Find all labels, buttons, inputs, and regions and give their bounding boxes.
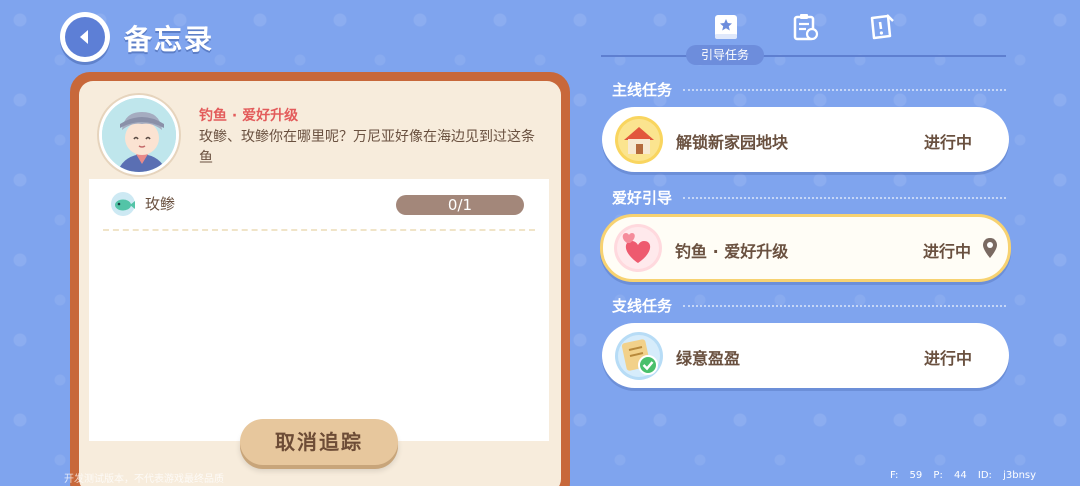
section-divider	[683, 89, 1006, 91]
quest-status: 进行中	[923, 242, 972, 261]
back-arrow-icon	[65, 17, 105, 57]
quest-name: 绿意盈盈	[676, 349, 741, 368]
section-divider	[683, 305, 1006, 307]
fish-icon	[109, 191, 137, 217]
objective-label: 玫鲹	[145, 195, 176, 213]
memo-card: 钓鱼 · 爱好升级 玫鲹、玫鲹你在哪里呢？万尼亚好像在海边见到过这条鱼 玫鲹 0…	[70, 72, 570, 486]
back-button[interactable]	[60, 12, 110, 62]
debug-stats: F: 59 P: 44 ID: j3bnsy	[890, 470, 1037, 481]
section-title-main: 主线任务	[612, 81, 673, 99]
quest-item-unlock-home[interactable]: 解锁新家园地块 进行中	[602, 107, 1009, 172]
build-notice: 开发测试版本，不代表游戏最终品质	[64, 474, 224, 485]
objective-progress: 0/1	[396, 195, 524, 215]
location-pin-icon[interactable]	[981, 237, 999, 259]
section-title-hobby: 爱好引导	[612, 189, 673, 207]
page-title: 备忘录	[124, 23, 215, 56]
quest-note-icon[interactable]	[866, 12, 896, 42]
npc-avatar	[99, 95, 179, 175]
tab-underline	[601, 55, 1006, 57]
quest-status: 进行中	[924, 133, 973, 152]
quest-name: 钓鱼 · 爱好升级	[675, 242, 789, 261]
quest-name: 解锁新家园地块	[676, 133, 789, 152]
tab-guide-tasks[interactable]: 引导任务	[686, 45, 764, 65]
divider	[103, 229, 535, 231]
quest-item-fishing-upgrade[interactable]: 钓鱼 · 爱好升级 进行中	[600, 214, 1011, 282]
memo-card-inner: 钓鱼 · 爱好升级 玫鲹、玫鲹你在哪里呢？万尼亚好像在海边见到过这条鱼 玫鲹 0…	[79, 81, 561, 486]
section-divider	[683, 197, 1006, 199]
quest-title: 钓鱼 · 爱好升级	[199, 108, 299, 124]
quest-status: 进行中	[924, 349, 973, 368]
objective-list: 玫鲹 0/1	[89, 179, 549, 441]
section-title-side: 支线任务	[612, 297, 673, 315]
clipboard-icon[interactable]	[790, 12, 820, 42]
note-check-icon	[614, 331, 664, 381]
quest-description: 玫鲹、玫鲹你在哪里呢？万尼亚好像在海边见到过这条鱼	[199, 129, 535, 166]
cancel-tracking-button[interactable]: 取消追踪	[240, 419, 398, 465]
hearts-icon	[613, 223, 663, 273]
quest-item-green[interactable]: 绿意盈盈 进行中	[602, 323, 1009, 388]
guide-book-icon[interactable]	[711, 12, 741, 42]
house-icon	[614, 115, 664, 165]
